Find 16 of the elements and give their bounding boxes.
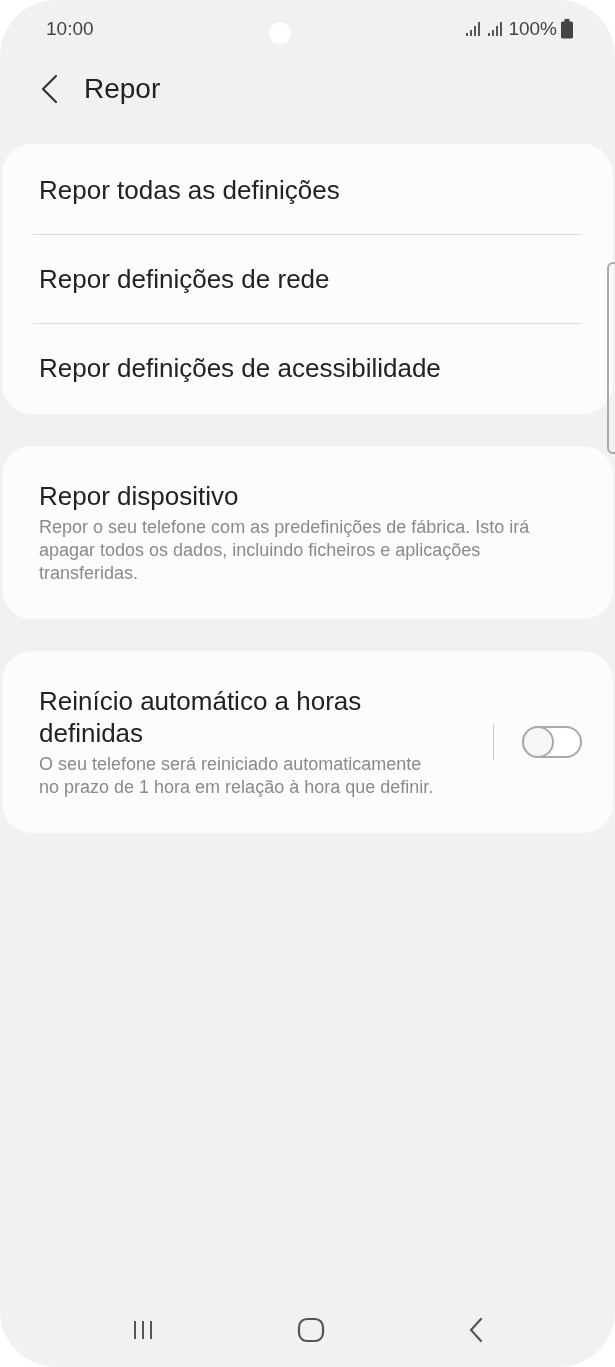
signal-icon [466, 21, 505, 37]
battery-percentage: 100% [508, 16, 557, 41]
setting-title[interactable]: Reinício automático a horas definidas [39, 685, 439, 749]
setting-title[interactable]: Repor dispositivo [39, 480, 576, 512]
setting-description: Repor o seu telefone com as predefinições de fábrica. Isto irá apagar todos os dados, incluindo ficheiros e aplicações transferidas. [39, 516, 531, 585]
back-icon[interactable] [467, 1317, 484, 1343]
setting-title[interactable]: Repor definições de rede [39, 263, 576, 295]
back-icon[interactable] [40, 74, 58, 104]
status-time: 10:00 [46, 16, 94, 41]
setting-description: O seu telefone será reiniciado automaticamente no prazo de 1 hora em relação à hora que definir. [39, 753, 435, 799]
home-icon[interactable] [297, 1317, 326, 1343]
page-title: Repor [84, 72, 161, 106]
setting-title[interactable]: Repor todas as definições [39, 174, 576, 206]
battery-icon [561, 19, 573, 39]
setting-title[interactable]: Repor definições de acessibilidade [39, 352, 576, 384]
toggle-switch[interactable] [522, 726, 582, 758]
